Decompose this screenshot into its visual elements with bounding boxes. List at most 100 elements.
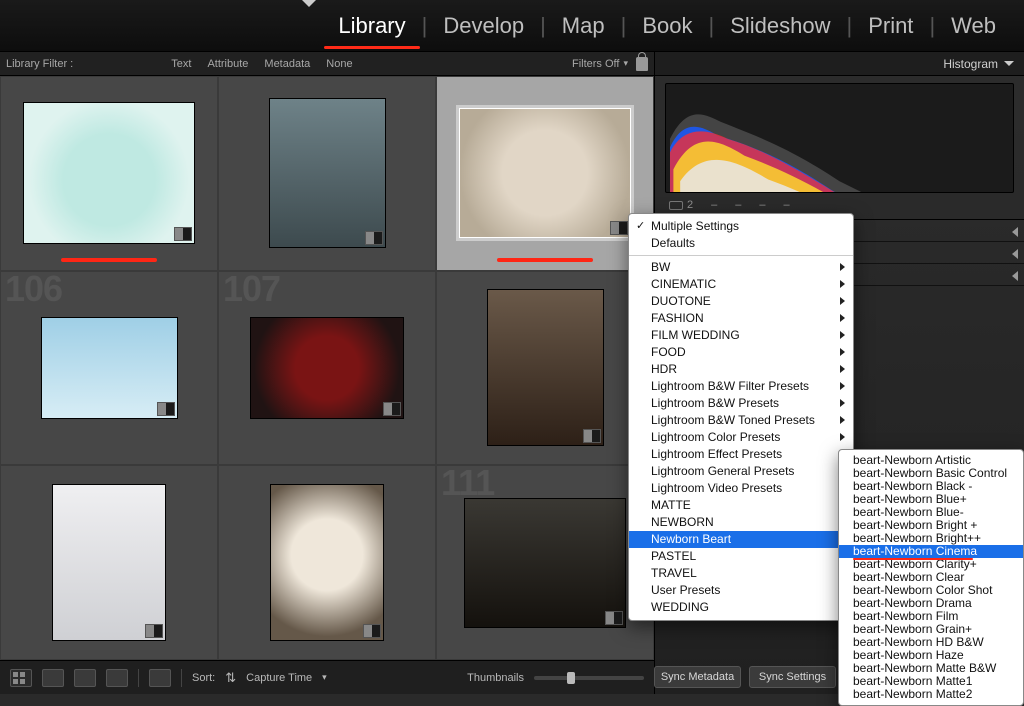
filter-tab-attribute[interactable]: Attribute	[199, 56, 256, 72]
thumbnail-grid[interactable]: 106107111	[0, 76, 654, 660]
collapse-icon	[1004, 61, 1014, 66]
nav-slideshow[interactable]: Slideshow	[716, 13, 844, 39]
menu-item[interactable]: TRAVEL	[629, 565, 853, 582]
thumbnails-label: Thumbnails	[467, 672, 524, 684]
menu-item[interactable]: Multiple Settings	[629, 218, 853, 235]
annotation-underline	[61, 258, 157, 262]
separator: |	[619, 13, 629, 39]
menu-item[interactable]: BW	[629, 259, 853, 276]
thumbnail[interactable]	[251, 318, 403, 418]
nav-print[interactable]: Print	[854, 13, 927, 39]
menu-item[interactable]: NEWBORN	[629, 514, 853, 531]
grid-cell[interactable]	[0, 465, 218, 660]
nav-map[interactable]: Map	[548, 13, 619, 39]
histogram-header[interactable]: Histogram	[655, 52, 1024, 76]
sort-label: Sort:	[192, 672, 215, 684]
view-grid-button[interactable]	[10, 669, 32, 687]
thumbnail[interactable]	[460, 109, 630, 237]
metadata-badge-icon[interactable]	[363, 624, 381, 638]
readout-dash: –	[711, 199, 717, 211]
menu-item[interactable]: Lightroom Color Presets	[629, 429, 853, 446]
panel-caret-icon	[302, 0, 316, 7]
menu-item[interactable]: FASHION	[629, 310, 853, 327]
menu-item[interactable]: DUOTONE	[629, 293, 853, 310]
thumbnail[interactable]	[488, 290, 603, 445]
menu-item[interactable]: FILM WEDDING	[629, 327, 853, 344]
sync-metadata-button[interactable]: Sync Metadata	[654, 666, 741, 688]
submenu-item[interactable]: beart-Newborn Matte2	[839, 688, 1023, 701]
chevron-left-icon	[1012, 249, 1018, 259]
nav-develop[interactable]: Develop	[429, 13, 538, 39]
sync-buttons: Sync Metadata Sync Settings	[654, 660, 836, 694]
histogram-title: Histogram	[943, 57, 998, 71]
grid-cell[interactable]	[218, 76, 436, 271]
nav-library[interactable]: Library	[324, 13, 419, 39]
menu-item[interactable]: WEDDING	[629, 599, 853, 616]
preset-submenu[interactable]: beart-Newborn Artisticbeart-Newborn Basi…	[838, 449, 1024, 706]
view-compare-button[interactable]	[74, 669, 96, 687]
sort-value[interactable]: Capture Time	[246, 672, 312, 684]
thumbnail[interactable]	[271, 485, 383, 640]
sync-settings-button[interactable]: Sync Settings	[749, 666, 836, 688]
metadata-badge-icon[interactable]	[157, 402, 175, 416]
menu-item[interactable]: FOOD	[629, 344, 853, 361]
menu-item[interactable]: Lightroom Video Presets	[629, 480, 853, 497]
view-survey-button[interactable]	[106, 669, 128, 687]
grid-cell[interactable]: 106	[0, 271, 218, 466]
thumbnail[interactable]	[24, 103, 194, 243]
metadata-badge-icon[interactable]	[145, 624, 163, 638]
sort-direction-icon[interactable]: ⇅	[225, 670, 236, 686]
thumbnail-size-slider[interactable]	[534, 676, 644, 680]
menu-item[interactable]: CINEMATIC	[629, 276, 853, 293]
grid-cell[interactable]	[218, 465, 436, 660]
menu-item[interactable]: Defaults	[629, 235, 853, 252]
grid-cell[interactable]	[436, 76, 654, 271]
metadata-badge-icon[interactable]	[174, 227, 192, 241]
nav-book[interactable]: Book	[628, 13, 706, 39]
filter-tab-text[interactable]: Text	[163, 56, 199, 72]
filter-tab-metadata[interactable]: Metadata	[256, 56, 318, 72]
grid-cell[interactable]	[0, 76, 218, 271]
menu-item[interactable]: Lightroom B&W Filter Presets	[629, 378, 853, 395]
menu-item[interactable]: Lightroom Effect Presets	[629, 446, 853, 463]
histogram-plot[interactable]	[665, 83, 1014, 193]
menu-item[interactable]: Lightroom General Presets	[629, 463, 853, 480]
menu-item[interactable]: Lightroom B&W Presets	[629, 395, 853, 412]
separator: |	[420, 13, 430, 39]
readout-dash: –	[784, 199, 790, 211]
thumbnail[interactable]	[53, 485, 165, 640]
menu-item[interactable]: MATTE	[629, 497, 853, 514]
nav-web[interactable]: Web	[937, 13, 1010, 39]
library-filter-label: Library Filter :	[6, 58, 73, 70]
thumbnail[interactable]	[42, 318, 177, 418]
separator: |	[844, 13, 854, 39]
chevron-down-icon: ▾	[322, 672, 327, 683]
metadata-badge-icon[interactable]	[610, 221, 628, 235]
thumbnail[interactable]	[270, 99, 385, 247]
grid-cell[interactable]	[436, 271, 654, 466]
preset-context-menu[interactable]: Multiple SettingsDefaults BWCINEMATICDUOT…	[628, 213, 854, 621]
separator: |	[538, 13, 548, 39]
grid-cell[interactable]: 107	[218, 271, 436, 466]
painter-button[interactable]	[149, 669, 171, 687]
menu-item[interactable]: Lightroom B&W Toned Presets	[629, 412, 853, 429]
metadata-badge-icon[interactable]	[583, 429, 601, 443]
filter-state-label: Filters Off	[572, 58, 619, 70]
filter-tab-none[interactable]: None	[318, 56, 360, 72]
lock-icon[interactable]	[636, 57, 648, 71]
menu-item[interactable]: HDR	[629, 361, 853, 378]
menu-item[interactable]: Newborn Beart	[629, 531, 853, 548]
chevron-down-icon: ▾	[623, 58, 628, 69]
view-loupe-button[interactable]	[42, 669, 64, 687]
metadata-badge-icon[interactable]	[383, 402, 401, 416]
selection-count: 2	[687, 199, 693, 211]
crop-icon	[669, 201, 683, 210]
chevron-left-icon	[1012, 271, 1018, 281]
menu-item[interactable]: User Presets	[629, 582, 853, 599]
metadata-badge-icon[interactable]	[365, 231, 383, 245]
thumbnail[interactable]	[465, 499, 625, 627]
grid-cell[interactable]: 111	[436, 465, 654, 660]
filter-state-dropdown[interactable]: Filters Off ▾	[572, 58, 628, 70]
menu-item[interactable]: PASTEL	[629, 548, 853, 565]
metadata-badge-icon[interactable]	[605, 611, 623, 625]
